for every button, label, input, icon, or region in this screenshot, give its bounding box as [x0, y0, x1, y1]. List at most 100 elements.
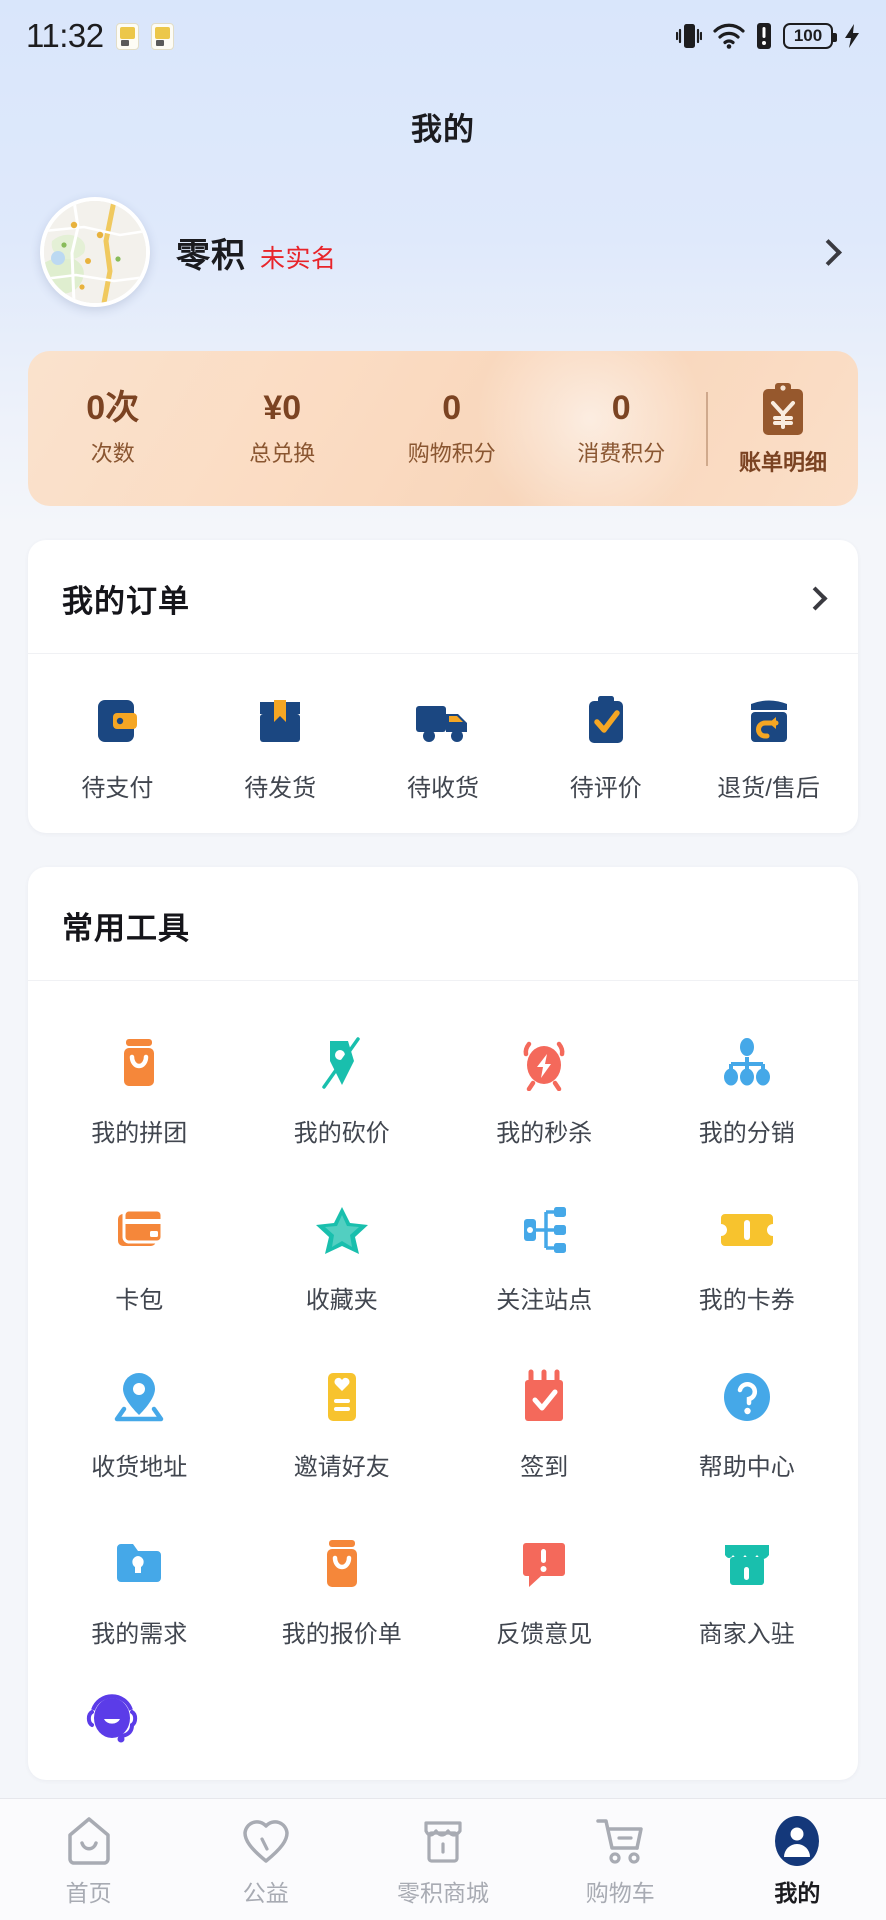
stat-item-count[interactable]: 0次 次数: [28, 389, 198, 467]
tool-group-buy[interactable]: 我的拼团: [38, 1007, 241, 1174]
tools-grid: 我的拼团 我的砍价 我的秒杀 我的分销 卡包 收藏夹 关注站点 我的卡券 收货地…: [28, 981, 858, 1685]
avatar[interactable]: [40, 197, 150, 307]
tab-cart[interactable]: 购物车: [532, 1812, 709, 1908]
stat-value: 0: [611, 389, 631, 428]
tools-header: 常用工具: [28, 867, 858, 981]
page-title: 我的: [411, 112, 475, 147]
stat-value: 0次: [86, 389, 140, 428]
tool-label: 我的秒杀: [496, 1120, 593, 1147]
star-favorite-icon: [241, 1198, 444, 1262]
alert-icon: [756, 22, 772, 50]
profile-username: 零积: [176, 236, 246, 275]
stat-value: ¥0: [263, 389, 302, 428]
tool-card-wallet[interactable]: 卡包: [38, 1174, 241, 1341]
status-badge: 未实名: [260, 244, 337, 273]
order-status-pending-payment[interactable]: 待支付: [36, 690, 199, 803]
flash-sale-alarm-icon: [443, 1031, 646, 1095]
stat-item-consumption-points[interactable]: 0 消费积分: [537, 389, 707, 467]
stat-value: 0: [442, 389, 462, 428]
tool-merchant-entry[interactable]: 商家入驻: [646, 1508, 849, 1675]
location-pin-icon: [38, 1365, 241, 1429]
orders-header[interactable]: 我的订单: [28, 540, 858, 654]
invite-friend-card-icon: [241, 1365, 444, 1429]
wallet-icon: [36, 690, 199, 752]
order-status-return-aftersales[interactable]: 退货/售后: [687, 690, 850, 803]
tool-label: 签到: [520, 1454, 569, 1481]
coupon-ticket-icon: [646, 1198, 849, 1262]
tool-label: 关注站点: [496, 1287, 593, 1314]
chevron-right-icon[interactable]: [815, 238, 842, 266]
tool-follow-site[interactable]: 关注站点: [443, 1174, 646, 1341]
tools-title: 常用工具: [62, 911, 190, 946]
mobile-screen: 11:32 100 我的 零积 未实名 0次 次数 ¥0 总兑换 0 购物积分 …: [0, 0, 886, 1920]
tool-label: 我的卡券: [698, 1287, 795, 1314]
tool-checkin[interactable]: 签到: [443, 1341, 646, 1508]
order-label: 退货/售后: [717, 775, 820, 802]
status-bar-left: 11:32: [26, 17, 174, 55]
tab-charity[interactable]: 公益: [177, 1812, 354, 1908]
tool-flash-sale[interactable]: 我的秒杀: [443, 1007, 646, 1174]
tab-profile[interactable]: 我的: [709, 1812, 886, 1908]
profile-row[interactable]: 零积 未实名: [0, 149, 886, 307]
customer-service-row[interactable]: [28, 1685, 858, 1780]
tool-label: 邀请好友: [293, 1454, 390, 1481]
stat-item-shopping-points[interactable]: 0 购物积分: [367, 389, 537, 467]
tool-favorites[interactable]: 收藏夹: [241, 1174, 444, 1341]
battery-icon: 100: [783, 23, 837, 49]
tool-label: 收货地址: [91, 1454, 188, 1481]
feedback-speech-icon: [443, 1532, 646, 1596]
shopping-cart-icon: [532, 1812, 709, 1870]
vibrate-icon: [676, 21, 702, 51]
order-status-pending-receipt[interactable]: 待收货: [362, 690, 525, 803]
chevron-right-icon[interactable]: [803, 586, 828, 611]
order-status-pending-shipment[interactable]: 待发货: [199, 690, 362, 803]
bill-detail-button[interactable]: 账单明细: [708, 381, 858, 477]
profile-info: 零积 未实名: [176, 228, 819, 277]
tab-label: 我的: [774, 1879, 821, 1906]
order-status-pending-review[interactable]: 待评价: [524, 690, 687, 803]
tool-bargain[interactable]: 我的砍价: [241, 1007, 444, 1174]
tool-invite-friends[interactable]: 邀请好友: [241, 1341, 444, 1508]
tool-shipping-address[interactable]: 收货地址: [38, 1341, 241, 1508]
tool-label: 商家入驻: [698, 1621, 795, 1648]
quotation-bag-icon: [241, 1532, 444, 1596]
charging-bolt-icon: [844, 23, 860, 49]
tool-feedback[interactable]: 反馈意见: [443, 1508, 646, 1675]
status-bar-right: 100: [676, 21, 860, 51]
orders-title: 我的订单: [62, 584, 190, 619]
card-wallet-icon: [38, 1198, 241, 1262]
tab-home[interactable]: 首页: [0, 1812, 177, 1908]
calendar-check-icon: [443, 1365, 646, 1429]
stat-label: 总兑换: [249, 440, 316, 466]
tool-label: 反馈意见: [496, 1621, 593, 1648]
bill-detail-label: 账单明细: [738, 449, 827, 475]
sim-card-icon: [115, 22, 139, 50]
stat-label: 购物积分: [407, 440, 496, 466]
tool-my-demand[interactable]: 我的需求: [38, 1508, 241, 1675]
order-label: 待发货: [244, 775, 317, 802]
status-time: 11:32: [26, 17, 104, 54]
tab-label: 购物车: [585, 1879, 655, 1906]
tool-help-center[interactable]: 帮助中心: [646, 1341, 849, 1508]
tool-label: 收藏夹: [305, 1287, 378, 1314]
tool-distribution[interactable]: 我的分销: [646, 1007, 849, 1174]
tool-label: 我的需求: [91, 1621, 188, 1648]
orders-card: 我的订单 待支付 待发货 待收货 待评价 退货/售后: [28, 540, 858, 833]
tool-label: 我的报价单: [281, 1621, 402, 1648]
bottom-tab-bar: 首页 公益 零积商城 购物车 我的: [0, 1798, 886, 1920]
tool-label: 我的分销: [698, 1120, 795, 1147]
tab-mall[interactable]: 零积商城: [354, 1812, 531, 1908]
help-question-icon: [646, 1365, 849, 1429]
sim-card-icon: [150, 22, 174, 50]
bill-clipboard-yuan-icon: [708, 381, 858, 439]
bargain-tag-icon: [241, 1031, 444, 1095]
customer-service-avatar-icon[interactable]: [84, 1694, 142, 1753]
tool-my-quotation[interactable]: 我的报价单: [241, 1508, 444, 1675]
tool-coupons[interactable]: 我的卡券: [646, 1174, 849, 1341]
stat-label: 消费积分: [577, 440, 666, 466]
tab-label: 公益: [242, 1879, 289, 1906]
stat-item-exchange[interactable]: ¥0 总兑换: [198, 389, 368, 467]
distribution-tree-icon: [646, 1031, 849, 1095]
tool-label: 卡包: [115, 1287, 164, 1314]
person-profile-icon: [709, 1812, 886, 1870]
